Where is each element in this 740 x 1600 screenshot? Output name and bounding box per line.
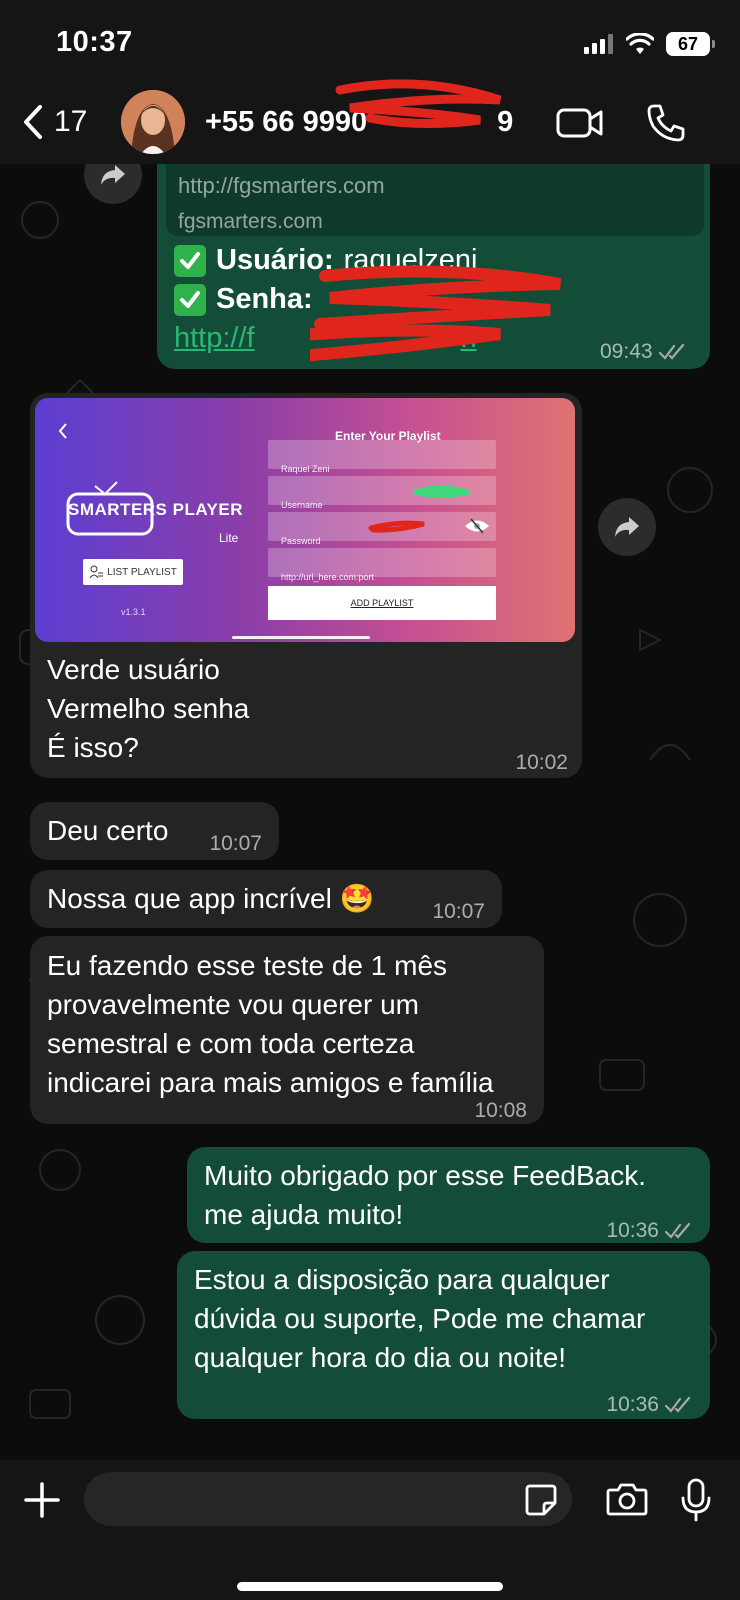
username-line: Usuário: raquelzeni [174, 244, 477, 277]
chat-header: 17 +55 66 9990 9 [0, 79, 740, 164]
back-chevron-icon [24, 105, 42, 139]
password-label: Senha: [216, 283, 313, 315]
sticker-button[interactable] [524, 1483, 558, 1522]
home-indicator [237, 1582, 503, 1591]
playlist-url-field: http://url_here.com:port [268, 548, 496, 582]
image-home-indicator [232, 636, 370, 639]
add-playlist-button: ADD PLAYLIST [268, 586, 496, 620]
playlist-name-field: Raquel Zeni [268, 440, 496, 474]
message-time: 10:07 [209, 832, 262, 855]
voice-call-button[interactable] [646, 103, 686, 148]
message-time: 10:08 [474, 1099, 527, 1122]
outgoing-message[interactable]: Muito obrigado por esse FeedBack. me aju… [187, 1147, 710, 1243]
outgoing-message[interactable]: Estou a disposição para qualquer dúvida … [177, 1251, 710, 1419]
red-highlight-scribble [368, 520, 425, 533]
message-text: Estou a disposição para qualquer dúvida … [194, 1264, 646, 1373]
forward-icon [101, 165, 125, 185]
link-preview-url: http://fgsmarters.com [178, 173, 385, 198]
message-time: 09:43 [600, 340, 653, 363]
app-logo-text: SMARTERS PLAYER [68, 500, 244, 519]
list-playlist-button: LIST PLAYLIST [83, 559, 183, 585]
battery-icon: 67 [666, 32, 715, 56]
whatsapp-chat-screen: 10:37 67 17 +55 66 9990 9 http://fgsmart… [0, 0, 740, 1600]
attached-screenshot-image[interactable]: SMARTERS PLAYER Lite LIST PLAYLIST v1.3.… [35, 398, 575, 642]
message-text: Eu fazendo esse teste de 1 mês provavelm… [47, 950, 494, 1098]
double-check-icon [665, 1222, 691, 1239]
check-mark-icon [174, 244, 206, 277]
back-button[interactable]: 17 [22, 104, 87, 140]
double-check-icon [665, 1396, 691, 1413]
link-preview-domain: fgsmarters.com [178, 210, 323, 233]
microphone-button[interactable] [680, 1478, 712, 1527]
incoming-message[interactable]: Nossa que app incrível 🤩 10:07 [30, 870, 502, 928]
password-line: Senha: [174, 283, 313, 316]
eye-hidden-icon [465, 518, 489, 534]
message-time: 10:02 [515, 751, 568, 774]
app-logo-subtitle: Lite [219, 531, 239, 545]
contact-avatar[interactable] [121, 90, 185, 154]
wifi-icon [626, 33, 654, 54]
phone-call-icon [647, 104, 685, 142]
green-highlight-scribble [413, 486, 469, 498]
forward-button[interactable] [598, 498, 656, 556]
user-list-icon [89, 565, 104, 579]
message-link-start: http://f [174, 322, 255, 354]
contact-number: +55 66 9990 [205, 106, 368, 138]
message-link-end: n [460, 322, 477, 354]
status-bar: 10:37 67 [0, 0, 740, 86]
forward-icon [615, 517, 639, 537]
incoming-message[interactable]: Eu fazendo esse teste de 1 mês provavelm… [30, 936, 544, 1124]
playlist-username-field: Username [268, 476, 496, 510]
forward-button[interactable] [84, 164, 142, 204]
double-check-icon [658, 343, 684, 360]
sticker-icon [525, 1484, 557, 1516]
list-playlist-label: LIST PLAYLIST [107, 566, 177, 578]
message-time: 10:36 [606, 1393, 659, 1416]
message-list[interactable]: http://fgsmarters.com fgsmarters.com Usu… [0, 164, 740, 1460]
username-placeholder: Username [281, 500, 323, 510]
check-mark-icon [174, 283, 206, 316]
plus-icon [24, 1482, 60, 1518]
star-struck-emoji: 🤩 [339, 883, 375, 914]
status-icons: 67 [584, 30, 715, 58]
microphone-icon [681, 1478, 711, 1522]
contact-name[interactable]: +55 66 9990 9 [205, 106, 513, 139]
message-time: 10:07 [432, 900, 485, 923]
incoming-message-image[interactable]: SMARTERS PLAYER Lite LIST PLAYLIST v1.3.… [30, 393, 582, 778]
username-label: Usuário: [216, 244, 334, 276]
message-input[interactable] [84, 1472, 572, 1526]
unread-count: 17 [54, 105, 88, 138]
contact-number-suffix: 9 [497, 106, 514, 138]
message-text: Muito obrigado por esse FeedBack. me aju… [204, 1160, 647, 1230]
video-call-icon [556, 108, 603, 138]
message-time: 10:36 [606, 1219, 659, 1242]
password-placeholder: Password [281, 536, 321, 546]
camera-icon [606, 1483, 648, 1516]
attach-button[interactable] [24, 1482, 60, 1523]
message-meta: 09:43 [600, 340, 687, 364]
username-value: raquelzeni [343, 244, 478, 276]
message-text: Nossa que app incrível 🤩 [47, 879, 374, 918]
message-text: Deu certo [47, 815, 169, 846]
message-link[interactable]: http://f n [174, 322, 477, 355]
message-meta: 10:36 [606, 1211, 693, 1250]
message-meta: 10:36 [606, 1385, 693, 1424]
video-call-button[interactable] [556, 106, 604, 145]
message-text-content: Nossa que app incrível [47, 883, 332, 914]
message-input-bar [0, 1460, 740, 1600]
status-time: 10:37 [56, 26, 133, 58]
message-text: Verde usuário Vermelho senha É isso? [47, 654, 250, 763]
link-preview[interactable]: http://fgsmarters.com fgsmarters.com [166, 164, 704, 236]
playlist-password-field: Password [268, 512, 496, 546]
avatar-photo [121, 90, 185, 154]
incoming-message[interactable]: Deu certo 10:07 [30, 802, 279, 860]
app-version: v1.3.1 [121, 607, 146, 617]
camera-button[interactable] [606, 1482, 648, 1521]
signal-icon [584, 34, 613, 54]
back-chevron-icon [58, 423, 67, 439]
